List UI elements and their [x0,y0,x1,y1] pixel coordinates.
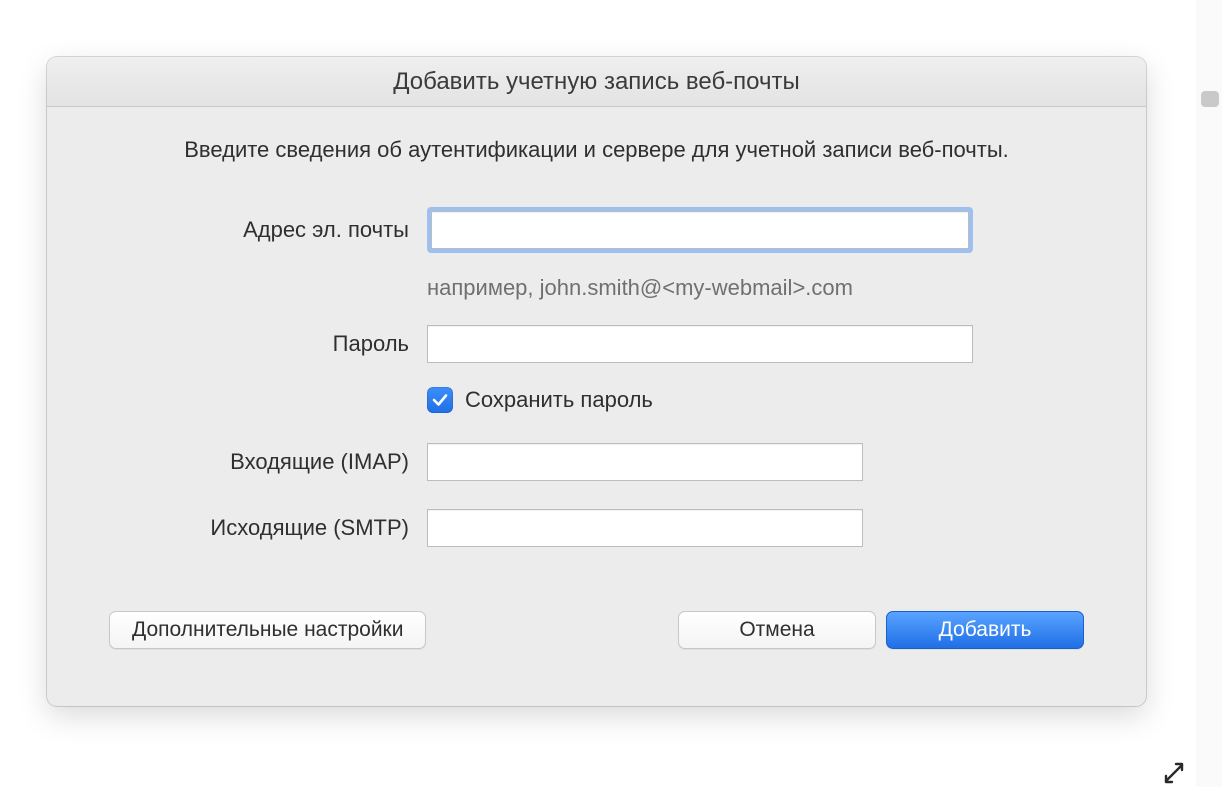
page-viewport: Добавить учетную запись веб-почты Введит… [0,0,1196,787]
smtp-label: Исходящие (SMTP) [109,515,409,541]
check-icon [431,391,449,409]
email-label: Адрес эл. почты [109,217,409,243]
imap-label: Входящие (IMAP) [109,449,409,475]
smtp-input[interactable] [427,509,863,547]
email-hint: например, john.smith@<my-webmail>.com [427,275,1084,301]
password-input[interactable] [427,325,973,363]
password-field-wrap [427,323,1084,365]
email-input[interactable] [431,211,969,249]
advanced-settings-button[interactable]: Дополнительные настройки [109,611,426,649]
email-field-wrap [427,207,1084,253]
add-webmail-dialog: Добавить учетную запись веб-почты Введит… [47,57,1146,706]
imap-input[interactable] [427,443,863,481]
dialog-body: Введите сведения об аутентификации и сер… [47,107,1146,677]
vertical-scrollbar-thumb[interactable] [1201,91,1219,107]
email-focus-ring [427,207,973,253]
add-button[interactable]: Добавить [886,611,1084,649]
password-label: Пароль [109,331,409,357]
dialog-title: Добавить учетную запись веб-почты [47,57,1146,107]
cancel-button[interactable]: Отмена [678,611,876,649]
smtp-field-wrap [427,507,1084,549]
account-form: Адрес эл. почты например, john.smith@<my… [109,207,1084,549]
dialog-intro: Введите сведения об аутентификации и сер… [109,137,1084,163]
vertical-scrollbar-track[interactable] [1196,0,1222,787]
save-password-row: Сохранить пароль [427,387,1084,413]
save-password-label: Сохранить пароль [465,387,653,413]
dialog-button-bar: Дополнительные настройки Отмена Добавить [109,611,1084,649]
resize-handle-icon[interactable] [1162,761,1186,785]
save-password-checkbox[interactable] [427,387,453,413]
imap-field-wrap [427,441,1084,483]
